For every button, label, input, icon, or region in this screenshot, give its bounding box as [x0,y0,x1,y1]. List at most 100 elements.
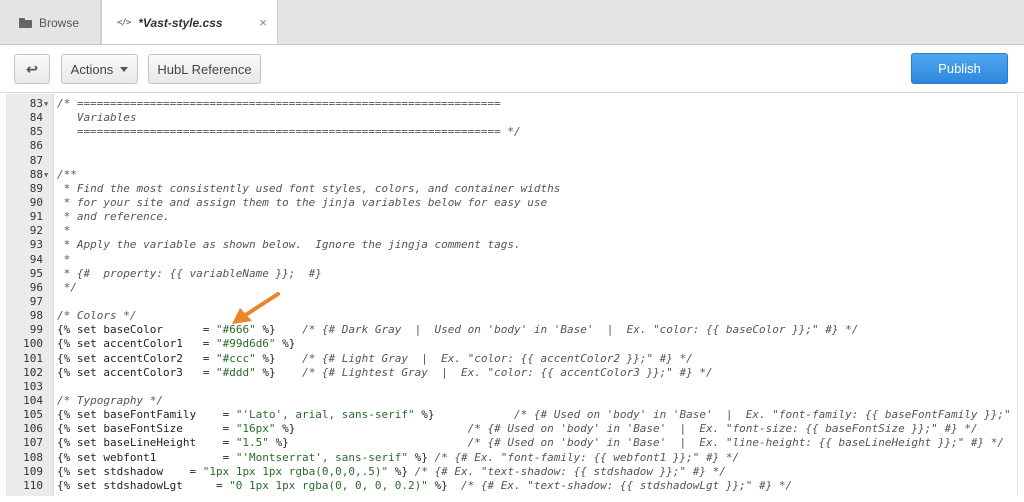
code-line[interactable]: 109 {% set stdshadow = "1px 1px 1px rgba(… [7,464,1017,479]
line-number: 98 [29,309,43,323]
code-line[interactable]: 110 {% set stdshadowLgt = "0 1px 1px rgba… [7,478,1017,493]
code-comment: * Apply the variable as shown below. Ign… [57,238,521,252]
code-string: "'Lato', arial, sans-serif" [235,408,415,422]
code-text: {% set accentColor1 = "#99d6d6" %} [57,337,295,351]
actions-label: Actions [70,61,114,77]
line-number: 107 [23,436,43,450]
code-line[interactable]: 97 [7,294,1017,309]
code-line[interactable]: 84 Variables [7,111,1017,125]
code-editor[interactable]: 83 ▼/* ==================================… [6,94,1018,496]
code-token: {% set baseLineHeight = [57,436,236,450]
code-line[interactable]: 102 {% set accentColor3 = "#ddd" %} /* {#… [7,365,1017,380]
line-number: 89 [29,181,43,195]
code-token: %} [255,323,276,337]
code-text: /* Colors */ [57,309,136,323]
hubl-reference-button[interactable]: HubL Reference [148,54,261,84]
code-string: "'Montserrat', sans-serif" [235,450,408,464]
code-comment: /* {# Used on 'body' in 'Base' | Ex. "fo… [434,408,1018,422]
line-number: 100 [23,337,43,351]
code-line[interactable]: 85 =====================================… [7,125,1017,139]
fold-toggle-icon[interactable]: ▼ [44,168,48,182]
code-token: {% set accentColor3 = [57,365,216,379]
code-comment: /* {# Used on 'body' in 'Base' | Ex. "fo… [295,422,978,436]
code-line[interactable]: 94 * [7,252,1017,267]
code-comment: /* Typography */ [57,393,163,407]
line-number: 88 [29,167,43,181]
code-line[interactable]: 101 {% set accentColor2 = "#ccc" %} /* {#… [7,351,1017,366]
code-line[interactable]: 108 {% set webfont1 = "'Montserrat', sans… [7,450,1017,465]
fold-toggle-icon[interactable]: ▼ [44,97,48,111]
code-line[interactable]: 88 ▼ /** [7,167,1017,182]
line-number: 103 [23,379,43,393]
line-number: 101 [23,351,43,365]
line-number: 83 [29,97,43,110]
line-number: 84 [29,111,43,125]
code-text: * Apply the variable as shown below. Ign… [57,238,521,252]
code-string: "16px" [235,422,276,436]
line-number: 109 [23,464,43,478]
code-line[interactable]: 103 [7,379,1017,394]
line-number: 85 [29,125,43,139]
code-line[interactable]: 95 * {# property: {{ variableName }}; #} [7,266,1017,281]
code-line[interactable]: 100 {% set accentColor1 = "#99d6d6" %} [7,337,1017,351]
code-icon: </> [117,17,131,28]
back-button[interactable]: ↩ [14,54,50,84]
line-number: 92 [29,224,43,238]
tab-browse[interactable]: Browse [7,0,101,45]
code-line[interactable]: 106 {% set baseFontSize = "16px" %} /* {#… [7,422,1017,436]
line-number: 96 [29,280,43,294]
code-comment: /* {# Ex. "text-shadow: {{ stdshadowLgt … [447,478,793,492]
back-arrow-icon: ↩ [26,60,38,77]
line-number: 94 [29,252,43,266]
line-number: 108 [23,450,43,464]
code-token: {% set stdshadow = [57,464,203,478]
code-token: {% set baseFontSize = [57,422,236,436]
code-comment: * [57,252,71,266]
toolbar: ↩ Actions HubL Reference Publish [0,45,1024,93]
code-comment: /* {# Dark Gray | Used on 'body' in 'Bas… [275,323,859,337]
code-line[interactable]: 90 * for your site and assign them to th… [7,195,1017,210]
code-string: "#ddd" [215,365,256,379]
tab-vast-style-css[interactable]: </> *Vast-style.css × [101,0,278,45]
code-comment: /* {# Used on 'body' in 'Base' | Ex. "li… [288,436,1005,450]
line-number: 91 [29,210,43,224]
code-comment: * {# property: {{ variableName }}; #} [57,266,322,280]
code-comment: ========================================… [57,125,521,139]
code-comment: * for your site and assign them to the j… [57,195,548,209]
code-line[interactable]: 91 * and reference. [7,210,1017,224]
code-line[interactable]: 83 ▼ /* ==================================… [7,97,1017,111]
code-text: {% set baseFontSize = "16px" %} /* {# Us… [57,422,978,436]
code-text: {% set baseFontFamily = "'Lato', arial, … [57,408,1018,422]
code-token: %} [255,365,276,379]
line-number: 93 [29,238,43,252]
code-text: Variables [57,111,137,125]
code-line[interactable]: 104 /* Typography */ [7,394,1017,408]
code-text: {% set baseColor = "#666" %} /* {# Dark … [57,323,858,337]
code-text: /* Typography */ [57,394,163,408]
code-token: {% set stdshadowLgt = [57,478,230,492]
code-line[interactable]: 98 /* Colors */ [7,309,1017,323]
code-line[interactable]: 92 * [7,224,1017,238]
line-number: 106 [23,422,43,436]
publish-label: Publish [938,61,981,76]
code-lines: 83 ▼/* ==================================… [7,97,1018,493]
actions-button[interactable]: Actions [61,54,138,84]
code-line[interactable]: 93 * Apply the variable as shown below. … [7,238,1017,252]
code-line[interactable]: 87 [7,154,1017,168]
line-number: 99 [29,323,43,337]
code-line[interactable]: 96 */ [7,280,1017,295]
code-line[interactable]: 89 * Find the most consistently used fon… [7,181,1017,196]
code-line[interactable]: 107 {% set baseLineHeight = "1.5" %} /* {… [7,436,1017,450]
code-string: "#99d6d6" [215,337,276,351]
code-line[interactable]: 99 {% set baseColor = "#666" %} /* {# Dar… [7,323,1017,337]
tab-bar: Browse </> *Vast-style.css × [0,0,1024,45]
code-line[interactable]: 86 [7,139,1017,153]
line-number: 97 [29,294,43,308]
line-number: 90 [29,195,43,209]
close-icon[interactable]: × [259,15,267,30]
publish-button[interactable]: Publish [911,53,1008,84]
code-comment: /* {# Ex. "font-family: {{ webfont1 }};"… [427,450,740,464]
code-comment: /* {# Light Gray | Ex. "color: {{ accent… [275,351,693,365]
code-comment: * Find the most consistently used font s… [57,181,561,195]
code-line[interactable]: 105 {% set baseFontFamily = "'Lato', aria… [7,408,1018,422]
